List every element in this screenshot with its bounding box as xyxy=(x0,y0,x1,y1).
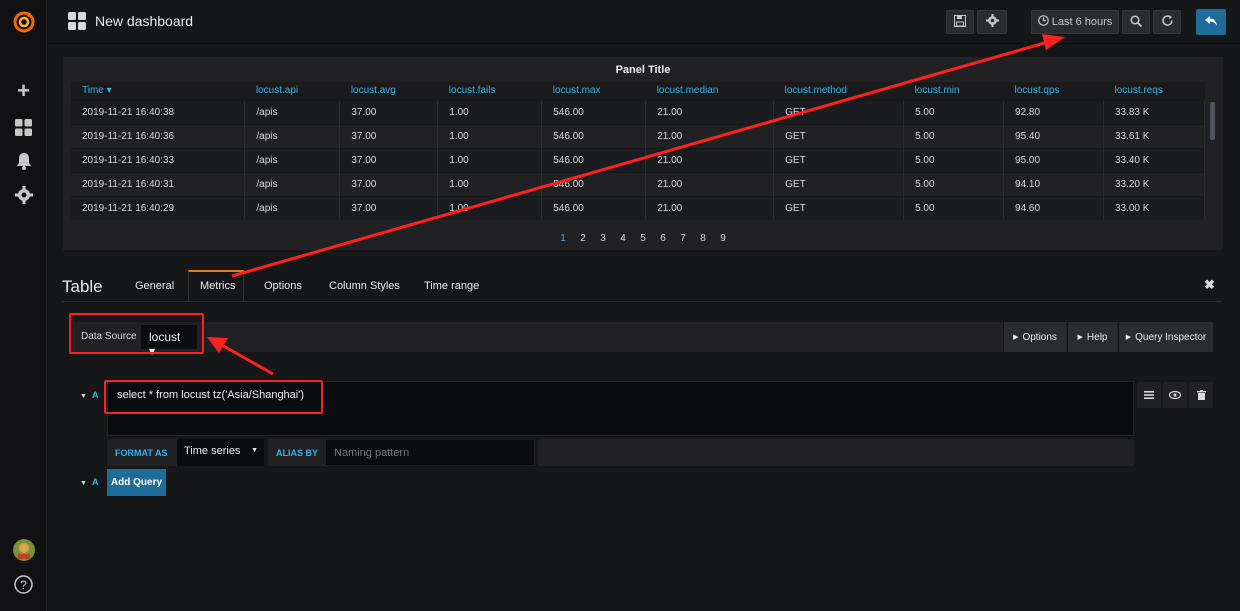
annotation-arrow-line xyxy=(231,38,1056,278)
annotation-arrowhead xyxy=(1042,34,1065,50)
annotation-arrowhead xyxy=(207,337,228,353)
annotation-arrow-line xyxy=(219,342,274,376)
annotation-arrows xyxy=(207,34,1065,376)
